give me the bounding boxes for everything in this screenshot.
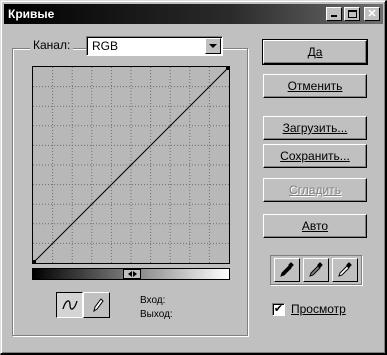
gray-eyedropper-icon xyxy=(309,262,323,277)
black-eyedropper-icon xyxy=(280,262,294,277)
output-label: Выход: xyxy=(140,309,173,320)
auto-button[interactable]: Авто xyxy=(263,214,367,238)
chevron-down-icon xyxy=(209,44,217,48)
preview-label: Просмотр xyxy=(291,302,346,316)
close-button[interactable]: ✕ xyxy=(364,7,380,21)
preview-option[interactable]: ✔ Просмотр xyxy=(272,302,346,316)
curve-point-end[interactable] xyxy=(226,67,229,70)
title-bar: Кривые ✕ xyxy=(4,4,383,24)
curve-mode-button[interactable] xyxy=(56,292,83,318)
eyedropper-group xyxy=(270,255,362,285)
load-button[interactable]: Загрузить... xyxy=(263,116,367,140)
curve-svg xyxy=(33,67,229,263)
preview-checkbox[interactable]: ✔ xyxy=(272,302,285,316)
minimize-button[interactable] xyxy=(326,7,342,21)
input-gradient-bar xyxy=(32,268,230,280)
curve-mode-group xyxy=(56,292,110,318)
channel-value: RGB xyxy=(92,39,119,53)
input-label: Вход: xyxy=(140,295,166,306)
minimize-icon xyxy=(331,15,337,17)
channel-label: Канал: xyxy=(30,38,74,52)
maximize-icon xyxy=(347,10,357,18)
arrow-left-icon xyxy=(127,271,132,277)
save-button[interactable]: Сохранить... xyxy=(263,144,367,168)
curve-line[interactable] xyxy=(33,67,229,263)
maximize-button[interactable] xyxy=(344,7,360,21)
black-point-dropper-button[interactable] xyxy=(274,258,300,282)
curve-icon xyxy=(61,300,78,310)
arrow-right-icon xyxy=(132,271,137,277)
ok-button[interactable]: Да xyxy=(262,39,368,65)
cancel-button[interactable]: Отменить xyxy=(263,74,367,98)
close-icon: ✕ xyxy=(367,7,377,20)
white-eyedropper-icon xyxy=(338,262,352,277)
white-point-dropper-button[interactable] xyxy=(332,258,358,282)
pencil-icon xyxy=(92,298,104,313)
window-controls: ✕ xyxy=(326,7,380,21)
curve-point-start[interactable] xyxy=(33,260,36,263)
gray-point-dropper-button[interactable] xyxy=(303,258,329,282)
pencil-mode-button[interactable] xyxy=(83,292,110,318)
smooth-button: Сгладить xyxy=(263,178,367,202)
curve-graph[interactable] xyxy=(32,66,230,264)
gradient-toggle-button[interactable] xyxy=(123,269,141,279)
window-title: Кривые xyxy=(8,7,55,21)
checkmark-icon: ✔ xyxy=(273,302,284,315)
channel-select[interactable]: RGB xyxy=(86,36,223,56)
channel-dropdown-button[interactable] xyxy=(205,38,221,54)
